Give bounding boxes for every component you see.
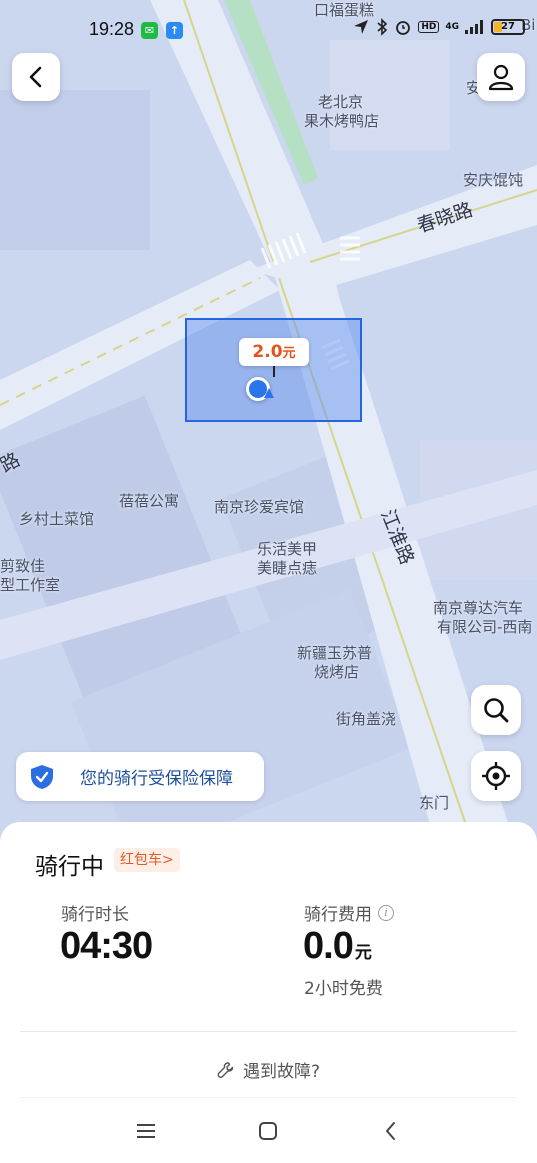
map-label-lao-beijing: 老北京 bbox=[318, 93, 364, 111]
info-icon[interactable]: i bbox=[378, 904, 394, 921]
map-label-lao-beijing-2: 果木烤鸭店 bbox=[304, 112, 380, 130]
status-bar: 19:28 ✉ ↑ HD 4G 27 bbox=[0, 0, 537, 60]
upload-icon: ↑ bbox=[166, 22, 183, 39]
battery-level: 27 bbox=[501, 21, 515, 32]
wrench-icon bbox=[217, 1061, 234, 1078]
status-icons: HD 4G 27 bbox=[352, 18, 525, 36]
cost-value: 0.0 bbox=[303, 925, 354, 967]
map-label-dongmen: 东门 bbox=[419, 794, 450, 812]
map-label-beibei: 蓓蓓公寓 bbox=[119, 492, 180, 510]
location-arrow-icon bbox=[354, 20, 369, 34]
map-label-lehuo: 乐活美甲 bbox=[257, 540, 318, 558]
fare-pin-stem bbox=[273, 366, 275, 377]
map-label-jian: 剪致佳 bbox=[0, 557, 46, 575]
map-label-xinjiang-2: 烧烤店 bbox=[314, 663, 360, 681]
signal-icon bbox=[465, 20, 483, 34]
nav-back-button[interactable] bbox=[376, 1118, 406, 1144]
free-note: 2小时免费 bbox=[304, 979, 383, 999]
map-label-xinjiang: 新疆玉苏普 bbox=[297, 644, 373, 662]
report-fault-link[interactable]: 遇到故障? bbox=[0, 1057, 537, 1082]
map-label-zunda-2: 有限公司-西南 bbox=[437, 618, 533, 636]
ride-status-title: 骑行中 bbox=[35, 854, 104, 880]
shield-check-icon bbox=[31, 764, 53, 789]
insurance-text: 您的骑行受保险保障 bbox=[80, 769, 233, 789]
crosshair-icon bbox=[482, 762, 510, 790]
nav-back-icon bbox=[386, 1122, 395, 1140]
chevron-left-icon bbox=[29, 66, 42, 88]
profile-button[interactable] bbox=[477, 53, 525, 101]
duration-label: 骑行时长 bbox=[61, 905, 129, 925]
map-search-button[interactable] bbox=[471, 685, 521, 735]
fare-unit: 元 bbox=[282, 346, 296, 361]
map-canvas bbox=[0, 0, 537, 860]
duration-value: 04:30 bbox=[60, 925, 153, 967]
insurance-banner[interactable]: 您的骑行受保险保障 bbox=[16, 752, 264, 801]
cost-unit: 元 bbox=[354, 943, 372, 962]
hd-icon: HD bbox=[418, 21, 440, 33]
map-label-jian-2: 型工作室 bbox=[0, 576, 61, 594]
wechat-icon: ✉ bbox=[141, 22, 158, 39]
search-icon bbox=[484, 698, 509, 723]
map-label-xiangcun: 乡村土菜馆 bbox=[19, 510, 95, 528]
menu-icon bbox=[137, 1124, 155, 1138]
locate-me-button[interactable] bbox=[471, 751, 521, 801]
map-label-zhenai: 南京珍爱宾馆 bbox=[214, 498, 305, 516]
bluetooth-icon bbox=[377, 18, 388, 36]
back-button[interactable] bbox=[12, 53, 60, 101]
status-time: 19:28 bbox=[89, 19, 135, 39]
cost-label-row: 骑行费用 i bbox=[304, 900, 394, 925]
divider bbox=[20, 1031, 517, 1032]
cost-label: 骑行费用 bbox=[304, 905, 372, 925]
fare-bubble: 2.0元 bbox=[239, 338, 309, 366]
fare-value: 2.0 bbox=[252, 342, 283, 362]
alarm-icon bbox=[396, 21, 411, 35]
map-label-jiejiao: 街角盖浇 bbox=[336, 710, 397, 728]
map-view[interactable]: 口福蛋糕 老北京 果木烤鸭店 安庆馄饨 安 Bi 蓓蓓公寓 乡村土菜馆 南京珍爱… bbox=[0, 0, 537, 860]
cost-value-row: 0.0 元 bbox=[303, 925, 372, 968]
battery-icon: 27 bbox=[491, 19, 525, 35]
map-label-an-qing: 安庆馄饨 bbox=[463, 171, 524, 189]
system-nav-bar bbox=[0, 1098, 537, 1163]
nav-home-button[interactable] bbox=[253, 1118, 283, 1144]
report-fault-text: 遇到故障? bbox=[242, 1062, 321, 1082]
network-type: 4G bbox=[445, 22, 459, 32]
heading-arrow-icon bbox=[264, 388, 274, 398]
user-icon bbox=[488, 64, 514, 91]
square-icon bbox=[259, 1122, 277, 1140]
nav-recents-button[interactable] bbox=[131, 1118, 161, 1144]
map-label-zunda: 南京尊达汽车 bbox=[433, 599, 524, 617]
red-packet-bike-tag[interactable]: 红包车> bbox=[114, 848, 180, 872]
map-label-lehuo-2: 美睫点痣 bbox=[257, 559, 318, 577]
